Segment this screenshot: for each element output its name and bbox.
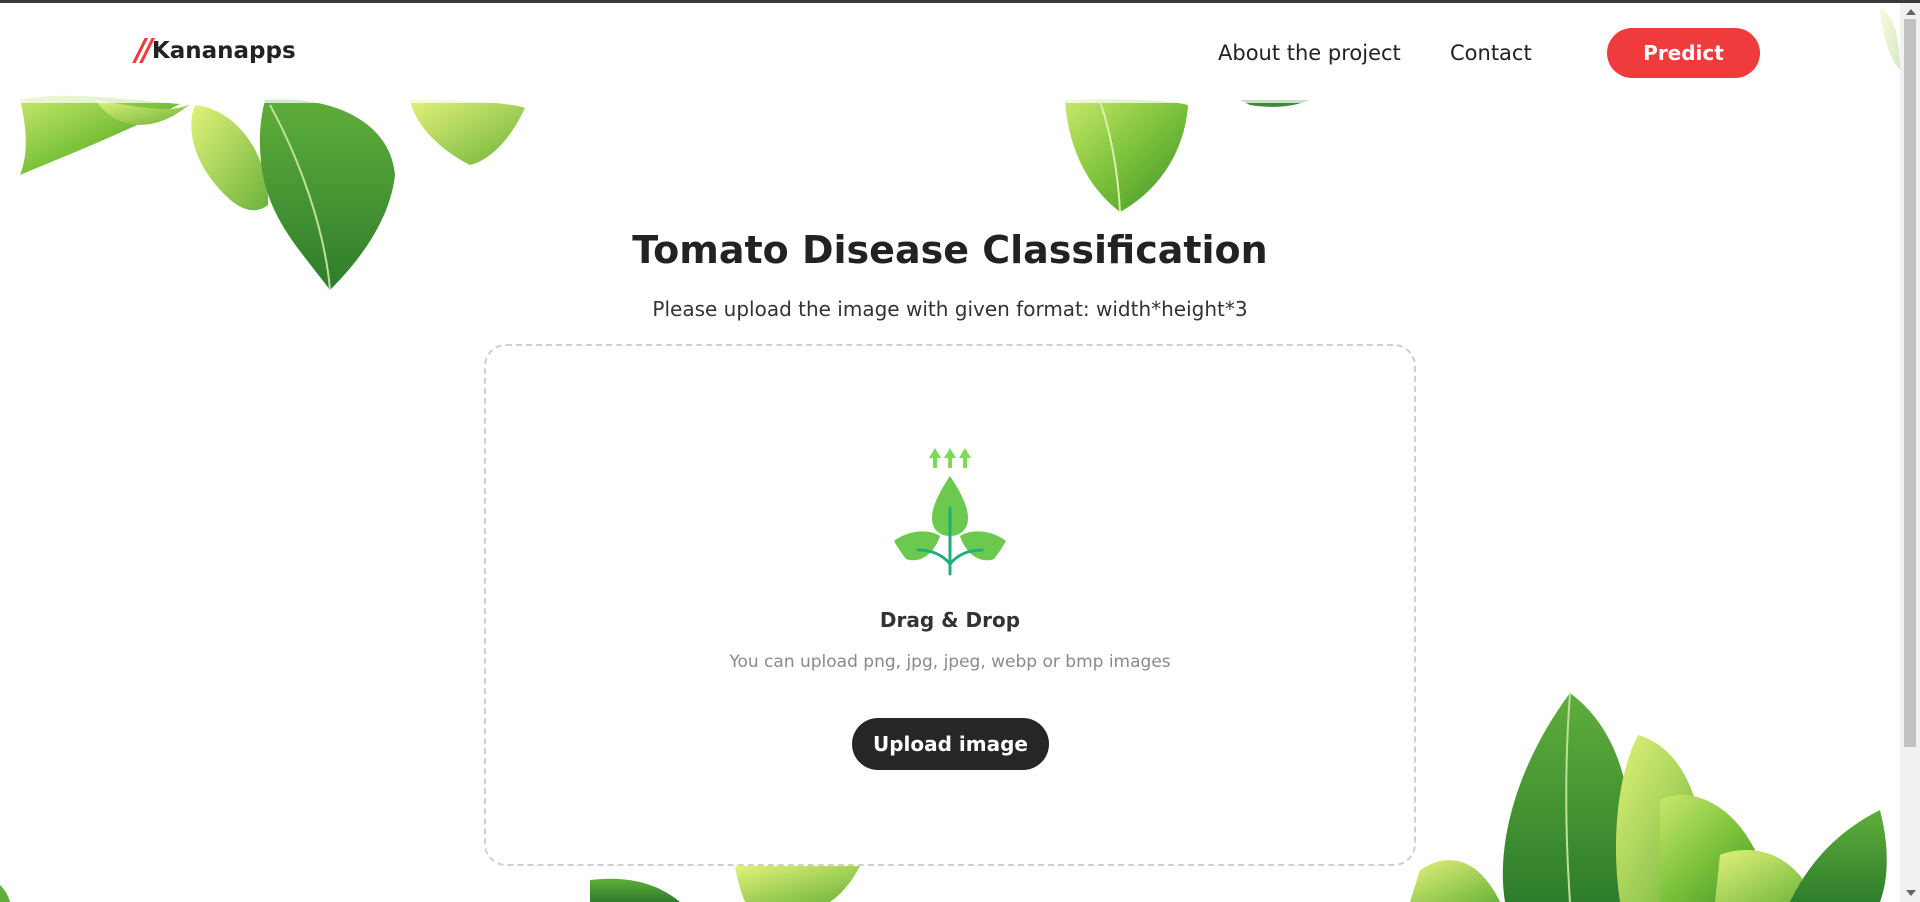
scrollbar-thumb[interactable]	[1904, 19, 1916, 747]
predict-button[interactable]: Predict	[1607, 28, 1760, 78]
page-subtitle: Please upload the image with given forma…	[652, 297, 1248, 321]
navbar: // Kananapps About the project Contact P…	[0, 3, 1900, 103]
plant-upload-icon	[894, 448, 1006, 576]
image-dropzone[interactable]: Drag & Drop You can upload png, jpg, jpe…	[484, 344, 1416, 866]
vertical-scrollbar[interactable]	[1900, 3, 1920, 902]
logo-slashes-icon: //	[135, 33, 153, 68]
nav-about-link[interactable]: About the project	[1218, 41, 1401, 65]
leaf-bottom-right-6	[1410, 860, 1500, 902]
nav-contact-link[interactable]: Contact	[1450, 41, 1532, 65]
leaf-bottom-center-1	[590, 878, 680, 902]
leaf-bottom-right-5	[1790, 810, 1887, 902]
drag-drop-heading: Drag & Drop	[879, 608, 1021, 632]
leaf-top-left-3	[191, 105, 269, 211]
window-top-border	[0, 0, 1920, 3]
leaf-top-left-5	[410, 100, 525, 165]
scroll-down-arrow-icon[interactable]	[1906, 890, 1916, 896]
upload-image-button[interactable]: Upload image	[852, 718, 1049, 770]
leaf-top-left-1	[20, 95, 180, 175]
supported-formats-text: You can upload png, jpg, jpeg, webp or b…	[729, 652, 1171, 672]
leaf-bottom-center-2	[735, 866, 860, 902]
brand-name: Kananapps	[151, 37, 296, 64]
page-title: Tomato Disease Classification	[632, 228, 1268, 272]
leaf-bottom-left	[0, 885, 10, 902]
scroll-up-arrow-icon[interactable]	[1906, 9, 1916, 15]
brand-logo[interactable]: // Kananapps	[135, 33, 296, 68]
leaf-top-center	[1065, 99, 1188, 212]
